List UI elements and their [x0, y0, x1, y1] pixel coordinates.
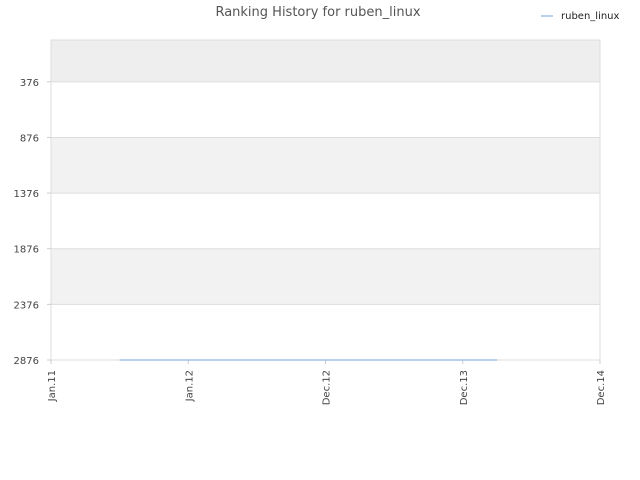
legend: ruben_linux [541, 11, 620, 22]
grid-band [51, 193, 600, 249]
grid-band [51, 40, 600, 82]
y-tick-label: 376 [20, 78, 39, 89]
x-tick-label: Jan.12 [184, 370, 195, 402]
y-tick-label: 876 [20, 133, 39, 144]
ranking-chart: 376 876 1376 1876 2376 2876 Jan.11 Jan.12 Dec.1… [14, 5, 620, 405]
x-tick-label: Dec.14 [596, 370, 607, 405]
x-tick-label: Jan.11 [47, 370, 58, 402]
x-tick-label: Dec.12 [322, 370, 333, 405]
grid-band [51, 81, 600, 138]
chart-title: Ranking History for ruben_linux [215, 5, 420, 20]
x-axis-ticks: Jan.11 Jan.12 Dec.12 Dec.13 Dec.14 [47, 360, 607, 405]
x-tick-label: Dec.13 [459, 370, 470, 405]
grid-band [51, 248, 600, 305]
y-tick-label: 2876 [14, 356, 39, 367]
legend-label: ruben_linux [561, 11, 620, 22]
y-tick-label: 1876 [14, 245, 39, 256]
y-tick-label: 2376 [14, 300, 39, 311]
grid-band [51, 304, 600, 360]
y-axis-ticks: 376 876 1376 1876 2376 2876 [14, 78, 51, 367]
grid-band [51, 137, 600, 194]
y-tick-label: 1376 [14, 189, 39, 200]
grid-bands [51, 40, 600, 360]
